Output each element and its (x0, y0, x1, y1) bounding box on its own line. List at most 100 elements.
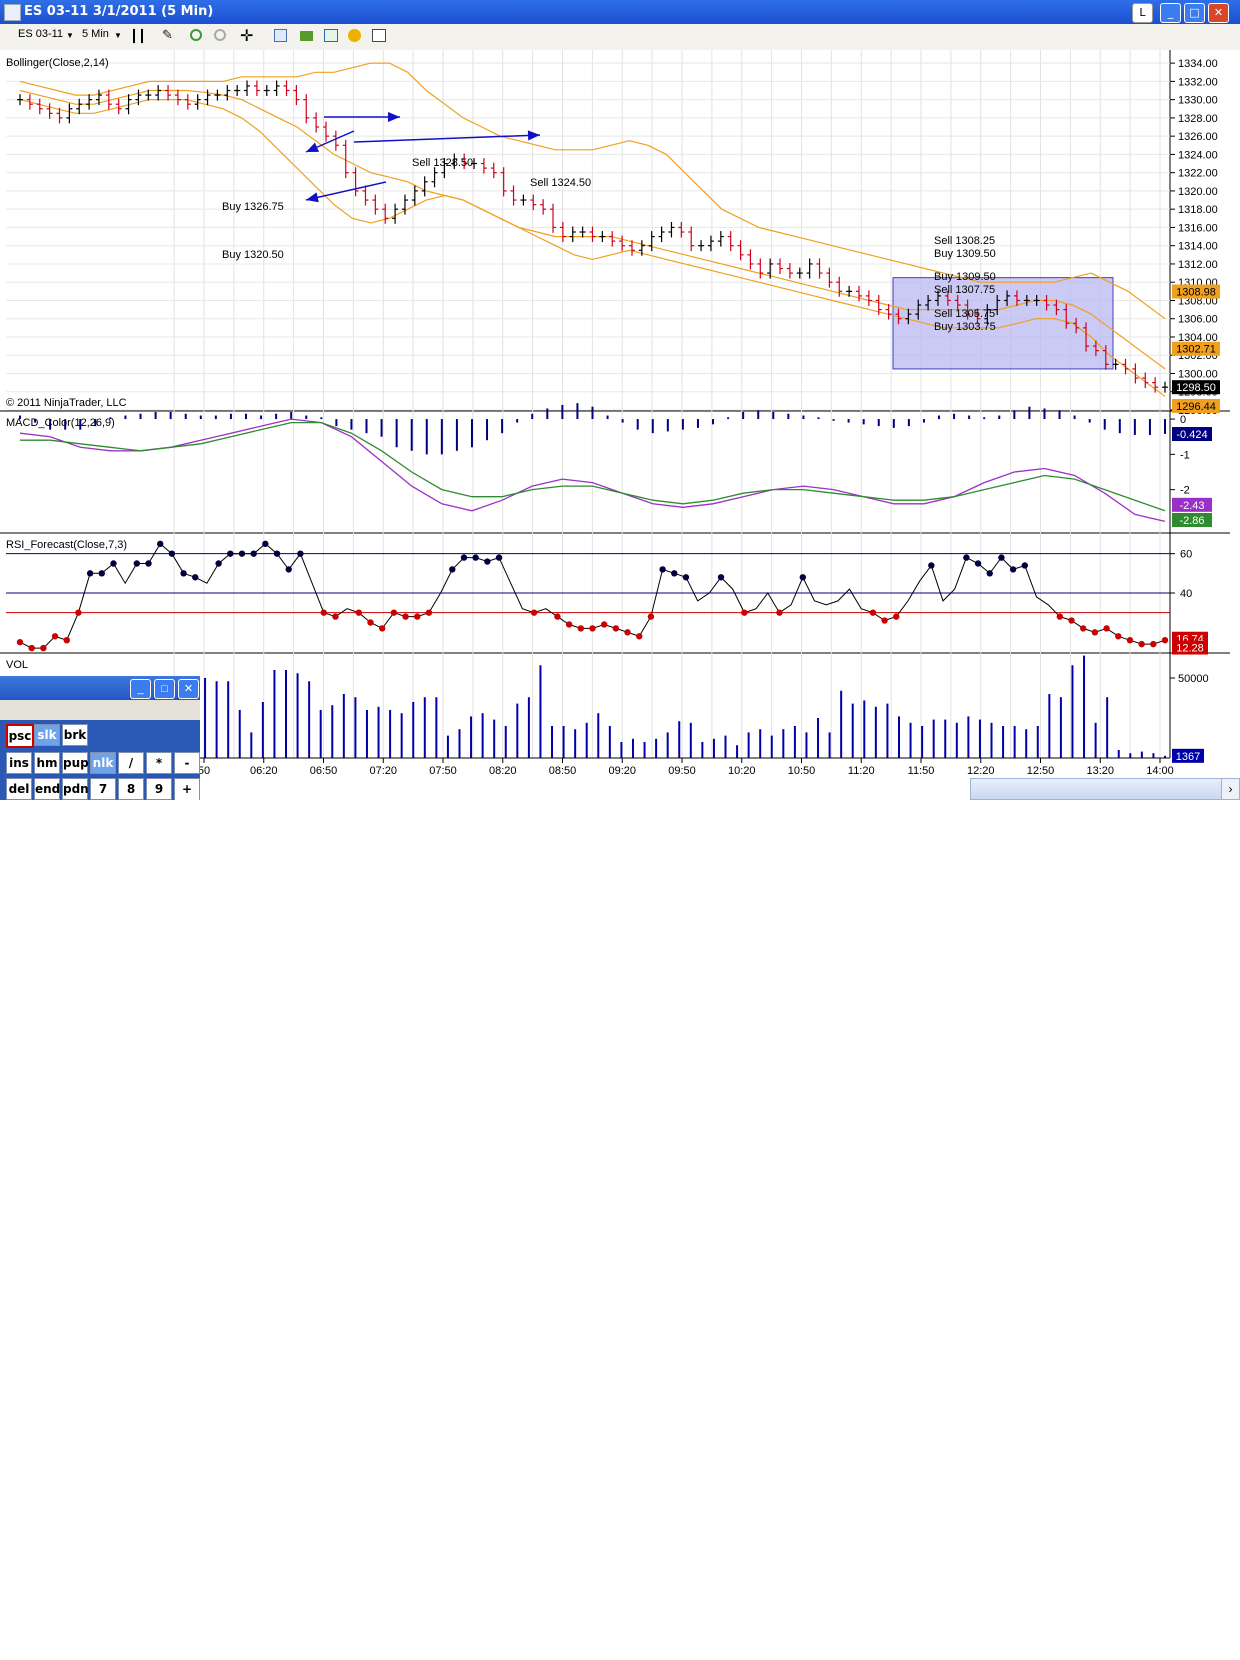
order-icon[interactable] (348, 29, 361, 42)
rsi-dot (75, 609, 82, 616)
time-tick-label: 11:20 (848, 765, 875, 777)
minimize-button[interactable]: _ (1160, 3, 1181, 23)
rsi-dot (40, 644, 47, 652)
key-slk[interactable]: slk (34, 724, 60, 746)
rsi-dot (449, 566, 456, 573)
rsi-dot (647, 613, 655, 620)
key-hm[interactable]: hm (34, 752, 60, 774)
key-7[interactable]: 7 (90, 778, 116, 800)
price-tick-label: 1314.00 (1178, 241, 1218, 253)
macd-marker-label: -0.424 (1176, 429, 1207, 441)
trade-annotation-label: Sell 1305.75 (934, 308, 995, 320)
price-tick-label: 1328.00 (1178, 113, 1218, 125)
rsi-dot (425, 609, 433, 616)
keyboard-menu-strip (0, 700, 200, 720)
time-tick-label: 10:20 (728, 765, 756, 777)
rsi-dot (180, 570, 187, 577)
time-tick-label: 08:50 (549, 765, 577, 777)
properties-icon[interactable] (372, 29, 386, 42)
keyboard-keys: psc slk brk ins hm pup nlk / * - del end… (0, 720, 200, 800)
price-marker-label: 1302.71 (1176, 344, 1216, 356)
key-divide[interactable]: / (118, 752, 144, 774)
key-psc[interactable]: psc (6, 724, 34, 748)
rsi-dot (869, 609, 877, 616)
rsi-dot (1103, 625, 1110, 632)
lock-button[interactable]: L (1132, 3, 1153, 23)
copyright-label: © 2011 NinjaTrader, LLC (6, 397, 127, 409)
price-tick-label: 1300.00 (1178, 368, 1218, 380)
title-bar[interactable]: ES 03-11 3/1/2011 (5 Min) L _ □ ✕ (0, 0, 1240, 24)
rsi-dot (1161, 637, 1169, 644)
key-pup[interactable]: pup (62, 752, 89, 774)
horizontal-scrollbar[interactable] (970, 778, 1222, 800)
rsi-dot (881, 617, 888, 624)
crosshair-icon[interactable]: ✛ (240, 26, 254, 45)
rsi-dot (402, 613, 409, 620)
chevron-down-icon[interactable]: ▼ (66, 31, 74, 40)
rsi-dot (28, 644, 35, 652)
rsi-dot (168, 550, 176, 557)
zoom-in-icon[interactable] (190, 29, 202, 41)
key-minus[interactable]: - (174, 752, 200, 774)
rsi-dot (1091, 629, 1099, 636)
rsi-tick-label: 60 (1180, 549, 1192, 561)
keyboard-title-bar[interactable]: _ □ ✕ (0, 676, 200, 700)
key-multiply[interactable]: * (146, 752, 172, 774)
rsi-dot (297, 550, 304, 557)
keyboard-close-button[interactable]: ✕ (178, 679, 199, 699)
rsi-dot (998, 554, 1005, 561)
chart-window: ES 03-11 3/1/2011 (5 Min) L _ □ ✕ ES 03-… (0, 0, 1240, 800)
rsi-dot (1021, 562, 1028, 569)
trade-annotation-label: Sell 1328.50 (412, 157, 473, 169)
rsi-dot (717, 574, 725, 581)
macd-tick-label: -1 (1180, 449, 1190, 461)
close-button[interactable]: ✕ (1208, 3, 1229, 23)
time-tick-label: 10:50 (788, 765, 816, 777)
time-tick-label: 14:00 (1146, 765, 1174, 777)
trade-annotation-label: Sell 1307.75 (934, 284, 995, 296)
rsi-dot (145, 560, 152, 567)
volume-marker-label: 1367 (1176, 751, 1200, 763)
rsi-dot (799, 574, 807, 581)
key-ins[interactable]: ins (6, 752, 32, 774)
key-plus[interactable]: + (174, 778, 200, 800)
window-title: ES 03-11 3/1/2011 (5 Min) (24, 4, 214, 19)
key-end[interactable]: end (34, 778, 60, 800)
price-marker-label: 1298.50 (1176, 382, 1216, 394)
rsi-dot (893, 613, 900, 620)
time-tick-label: 07:50 (429, 765, 457, 777)
rsi-dot (1150, 640, 1157, 648)
key-del[interactable]: del (6, 778, 32, 800)
drawing-tool-icon[interactable]: ✎ (162, 27, 176, 42)
rsi-dot (986, 570, 993, 577)
bar-style-icon[interactable] (133, 29, 143, 43)
key-nlk[interactable]: nlk (90, 752, 116, 774)
maximize-button[interactable]: □ (1184, 3, 1205, 23)
chevron-down-icon[interactable]: ▼ (114, 31, 122, 40)
price-tick-label: 1316.00 (1178, 222, 1218, 234)
rsi-dot (227, 550, 234, 557)
rsi-dot (192, 574, 199, 581)
strategy-icon[interactable] (324, 29, 338, 42)
key-9[interactable]: 9 (146, 778, 172, 800)
price-tick-label: 1326.00 (1178, 131, 1218, 143)
interval-selector[interactable]: 5 Min (82, 28, 109, 40)
zoom-out-icon[interactable] (214, 29, 226, 41)
instrument-icon[interactable] (300, 31, 313, 41)
instrument-selector[interactable]: ES 03-11 (18, 28, 63, 40)
price-tick-label: 1318.00 (1178, 204, 1218, 216)
data-box-icon[interactable] (274, 29, 287, 42)
rsi-dot (390, 609, 398, 616)
key-pdn[interactable]: pdn (62, 778, 89, 800)
time-tick-label: 12:20 (967, 765, 995, 777)
keyboard-maximize-button[interactable]: □ (154, 679, 175, 699)
key-brk[interactable]: brk (62, 724, 88, 746)
rsi-dot (974, 560, 982, 567)
rsi-title: RSI_Forecast(Close,7,3) (6, 539, 127, 551)
price-tick-label: 1320.00 (1178, 186, 1218, 198)
rsi-dot (1068, 617, 1075, 624)
keyboard-minimize-button[interactable]: _ (130, 679, 151, 699)
scroll-right-arrow-icon[interactable]: › (1221, 778, 1240, 800)
rsi-dot (414, 613, 421, 620)
key-8[interactable]: 8 (118, 778, 144, 800)
